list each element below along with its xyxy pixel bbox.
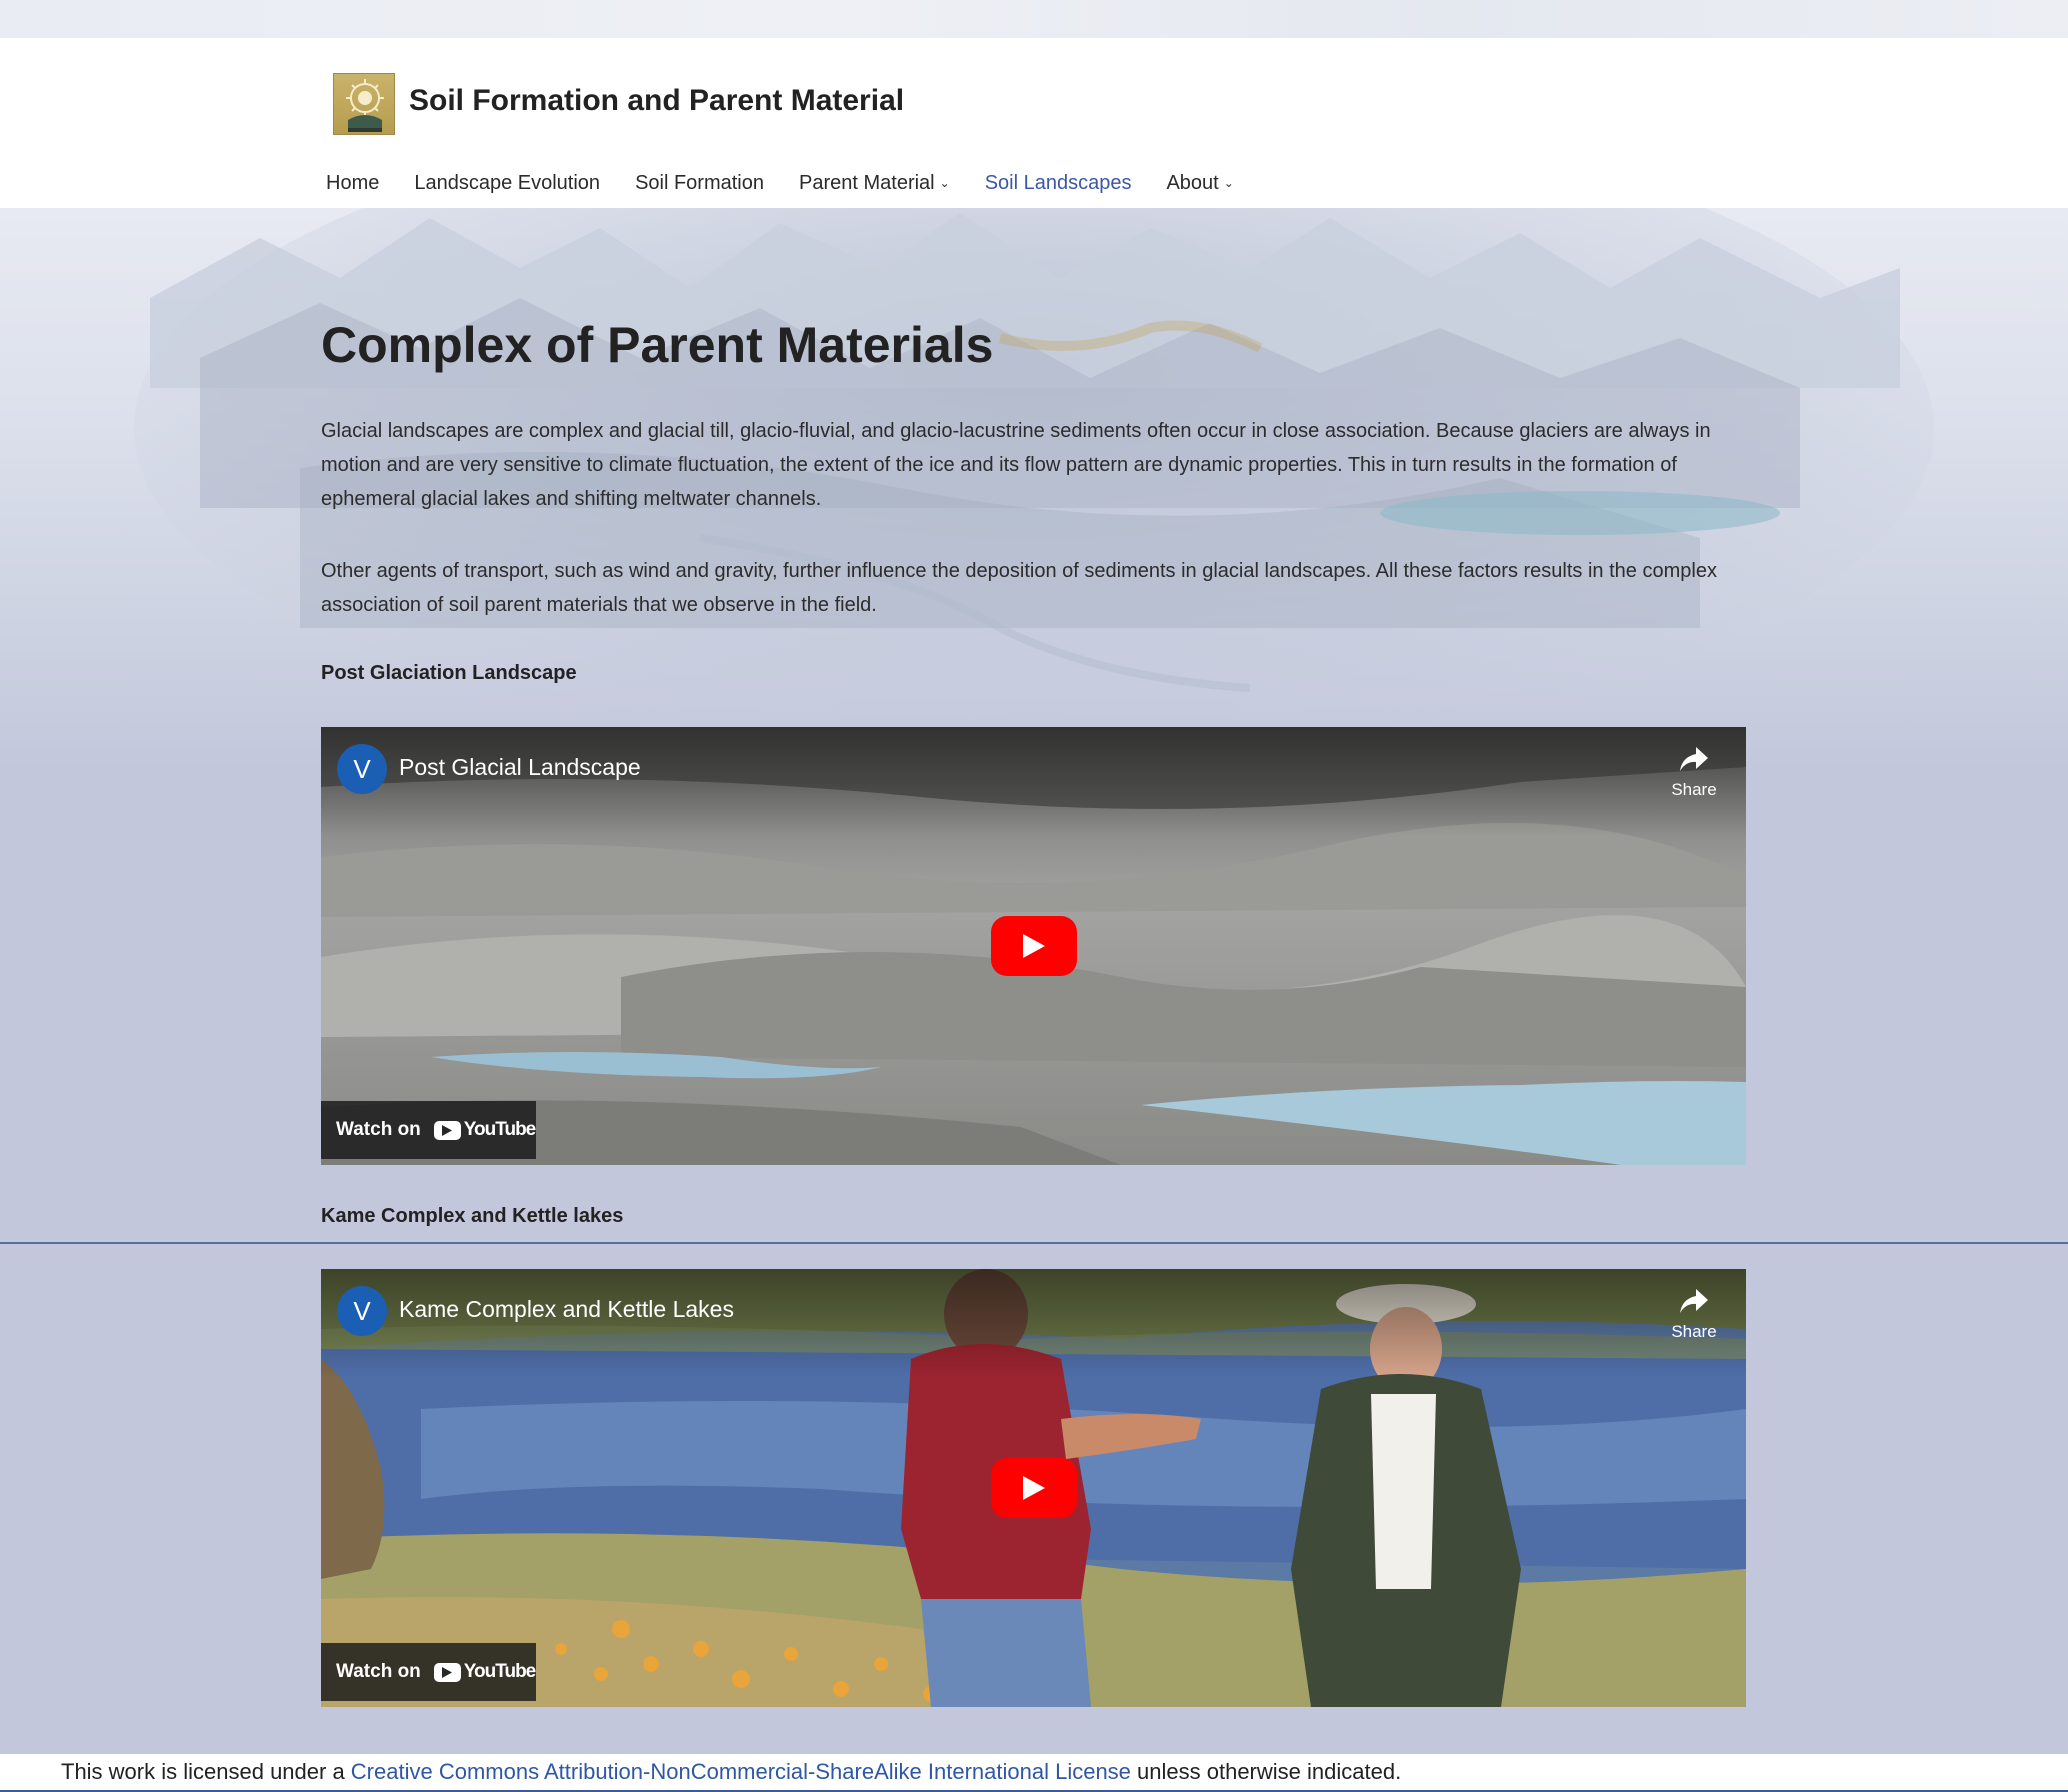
- site-header: Soil Formation and Parent Material Home …: [0, 38, 2068, 208]
- play-button[interactable]: [991, 916, 1077, 976]
- site-logo-icon[interactable]: [333, 73, 395, 135]
- watch-on-youtube-button[interactable]: Watch on YouTube: [321, 1101, 536, 1159]
- channel-initial: V: [353, 753, 371, 784]
- share-button[interactable]: Share: [1664, 745, 1724, 800]
- license-prefix: This work is licensed under a: [61, 1759, 351, 1784]
- nav-item-label: Home: [326, 171, 380, 194]
- nav-item-label: Soil Landscapes: [984, 171, 1132, 194]
- channel-avatar[interactable]: V: [337, 744, 387, 794]
- license-link[interactable]: Creative Commons Attribution-NonCommerci…: [351, 1759, 1131, 1784]
- share-arrow-icon: [1680, 747, 1708, 771]
- nav-item-soil-formation[interactable]: Soil Formation: [635, 168, 764, 198]
- youtube-wordmark: YouTube: [463, 1661, 536, 1682]
- second-paragraph: Other agents of transport, such as wind …: [321, 560, 1717, 616]
- main-navigation: Home Landscape Evolution Soil Formation …: [326, 168, 1269, 198]
- video-top-gradient: [321, 727, 1746, 837]
- nav-item-home[interactable]: Home: [326, 168, 379, 198]
- license-footer: This work is licensed under a Creative C…: [0, 1754, 2068, 1792]
- video-top-gradient: [321, 1269, 1746, 1379]
- share-label: Share: [1671, 780, 1717, 799]
- share-arrow-icon: [1680, 1289, 1708, 1313]
- youtube-play-icon: [1023, 934, 1045, 958]
- chevron-down-icon[interactable]: ⌄: [1224, 176, 1234, 190]
- youtube-play-icon: [1023, 1476, 1045, 1500]
- youtube-logo-icon: YouTube: [433, 1661, 536, 1683]
- nav-item-label: Landscape Evolution: [414, 171, 601, 194]
- nav-item-label: Soil Formation: [635, 171, 764, 194]
- top-banner-strip: [0, 0, 2068, 38]
- youtube-embed-post-glacial[interactable]: V Post Glacial Landscape Share Watch on …: [321, 727, 1746, 1165]
- youtube-embed-kame-complex[interactable]: V Kame Complex and Kettle Lakes Share Wa…: [321, 1269, 1746, 1707]
- video-title[interactable]: Post Glacial Landscape: [399, 754, 641, 781]
- intro-paragraph: Glacial landscapes are complex and glaci…: [321, 420, 1711, 510]
- nav-item-soil-landscapes[interactable]: Soil Landscapes: [985, 168, 1132, 198]
- section-heading-kame-complex: Kame Complex and Kettle lakes: [321, 1205, 624, 1227]
- video-title[interactable]: Kame Complex and Kettle Lakes: [399, 1296, 734, 1323]
- nav-item-label: About: [1166, 171, 1219, 194]
- license-suffix: unless otherwise indicated.: [1130, 1759, 1402, 1784]
- watch-on-label: Watch on: [336, 1661, 421, 1682]
- nav-item-about[interactable]: About ⌄: [1166, 168, 1233, 198]
- channel-avatar[interactable]: V: [337, 1286, 387, 1336]
- youtube-logo-icon: YouTube: [433, 1119, 536, 1141]
- site-title[interactable]: Soil Formation and Parent Material: [409, 84, 904, 118]
- share-button[interactable]: Share: [1664, 1287, 1724, 1342]
- page-title: Complex of Parent Materials: [321, 317, 994, 373]
- horizontal-divider: [0, 1242, 2068, 1244]
- section-heading-post-glaciation: Post Glaciation Landscape: [321, 662, 577, 684]
- nav-item-landscape-evolution[interactable]: Landscape Evolution: [414, 168, 600, 198]
- play-button[interactable]: [991, 1458, 1077, 1518]
- chevron-down-icon[interactable]: ⌄: [940, 176, 950, 190]
- youtube-wordmark: YouTube: [463, 1119, 536, 1140]
- watch-on-label: Watch on: [336, 1119, 421, 1140]
- nav-item-label: Parent Material: [799, 171, 935, 194]
- share-label: Share: [1671, 1322, 1717, 1341]
- watch-on-youtube-button[interactable]: Watch on YouTube: [321, 1643, 536, 1701]
- channel-initial: V: [353, 1295, 371, 1326]
- nav-item-parent-material[interactable]: Parent Material ⌄: [799, 168, 950, 198]
